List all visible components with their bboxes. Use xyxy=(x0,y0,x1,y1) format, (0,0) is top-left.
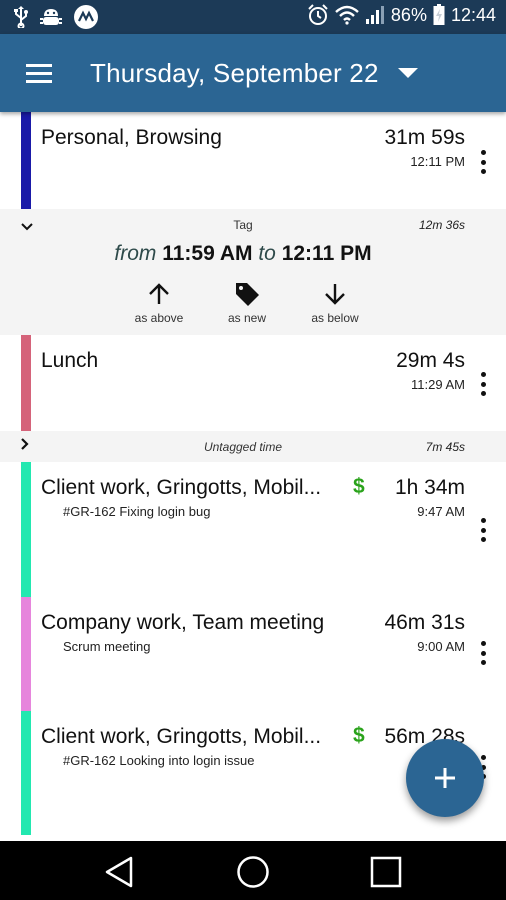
billable-dollar-icon: $ xyxy=(353,724,365,747)
arrow-up-icon xyxy=(115,279,203,309)
time-entry[interactable]: Company work, Team meeting Scrum meeting… xyxy=(0,597,506,711)
entry-color-bar xyxy=(21,112,31,209)
time-entry[interactable]: Client work, Gringotts, Mobil... $ #GR-1… xyxy=(0,462,506,597)
entry-title: Personal, Browsing xyxy=(41,126,222,149)
battery-percent: 86% xyxy=(390,4,427,25)
time-entry[interactable]: Lunch 29m 4s 11:29 AM xyxy=(0,335,506,431)
entry-duration: 1h 34m xyxy=(394,476,465,499)
from-time: 11:59 AM xyxy=(162,242,253,265)
entry-duration: 31m 59s xyxy=(384,126,465,149)
entry-color-bar xyxy=(21,335,31,431)
entry-start-time: 9:00 AM xyxy=(417,639,465,654)
gap-duration: 7m 45s xyxy=(425,440,465,454)
entry-start-time: 12:11 PM xyxy=(410,154,465,169)
alarm-icon xyxy=(307,4,329,26)
app-notification-icon xyxy=(74,5,98,29)
entry-note: Scrum meeting xyxy=(63,639,151,654)
action-label: as above xyxy=(134,311,184,325)
gap-label: Untagged time xyxy=(203,440,283,454)
tag-gap-panel: Tag 12m 36s from 11:59 AM to 12:11 PM as… xyxy=(0,209,506,335)
more-options-icon[interactable] xyxy=(480,150,486,174)
entry-start-time: 11:29 AM xyxy=(411,377,465,392)
action-label: as below xyxy=(311,311,359,325)
entry-note: #GR-162 Looking into login issue xyxy=(63,753,255,768)
more-options-icon[interactable] xyxy=(480,372,486,396)
wifi-icon xyxy=(335,5,359,25)
from-word: from xyxy=(114,242,157,265)
time-entry-list[interactable]: Personal, Browsing 31m 59s 12:11 PM Tag … xyxy=(0,112,506,841)
tag-as-below-button[interactable]: as below xyxy=(291,279,379,325)
entry-color-bar xyxy=(21,597,31,711)
entry-note: #GR-162 Fixing login bug xyxy=(63,504,211,519)
untagged-gap-row[interactable]: Untagged time 7m 45s xyxy=(0,431,506,462)
gap-label: Tag xyxy=(233,218,253,232)
battery-charging-icon xyxy=(433,4,445,26)
usb-icon xyxy=(14,6,28,28)
app-bar: Thursday, September 22 xyxy=(0,34,506,112)
date-title[interactable]: Thursday, September 22 xyxy=(90,58,379,89)
action-label: as new xyxy=(227,311,267,325)
plus-icon xyxy=(435,768,455,788)
gap-time-range: from 11:59 AM to 12:11 PM xyxy=(0,242,486,266)
billable-dollar-icon: $ xyxy=(353,475,365,498)
signal-icon xyxy=(365,5,385,25)
add-entry-button[interactable] xyxy=(406,739,484,817)
to-word: to xyxy=(258,242,276,265)
arrow-down-icon xyxy=(291,279,379,309)
tag-as-new-button[interactable]: as new xyxy=(203,279,291,325)
entry-start-time: 9:47 AM xyxy=(417,504,465,519)
more-options-icon[interactable] xyxy=(480,641,486,665)
gap-duration: 12m 36s xyxy=(418,218,465,232)
entry-color-bar xyxy=(21,462,31,597)
tag-actions: as above as new as below xyxy=(115,279,379,325)
entry-duration: 29m 4s xyxy=(396,349,465,372)
dropdown-triangle-icon[interactable] xyxy=(398,68,418,78)
navigation-bar xyxy=(0,841,506,900)
entry-title: Client work, Gringotts, Mobil... xyxy=(41,476,322,499)
hamburger-menu-icon[interactable] xyxy=(26,64,52,84)
tag-as-above-button[interactable]: as above xyxy=(115,279,203,325)
recents-icon[interactable] xyxy=(369,855,403,889)
back-icon[interactable] xyxy=(102,855,136,889)
home-icon[interactable] xyxy=(236,855,270,889)
entry-duration: 46m 31s xyxy=(384,611,465,634)
status-bar: 86% 12:44 xyxy=(0,0,506,34)
entry-title: Lunch xyxy=(41,349,99,372)
tag-icon xyxy=(203,279,291,309)
android-debug-icon xyxy=(40,7,62,27)
more-options-icon[interactable] xyxy=(480,518,486,542)
to-time: 12:11 PM xyxy=(281,242,372,265)
entry-color-bar xyxy=(21,711,31,835)
clock: 12:44 xyxy=(450,4,496,25)
entry-title: Client work, Gringotts, Mobil... xyxy=(41,725,322,748)
entry-title: Company work, Team meeting xyxy=(41,611,325,634)
time-entry[interactable]: Personal, Browsing 31m 59s 12:11 PM xyxy=(0,112,506,209)
